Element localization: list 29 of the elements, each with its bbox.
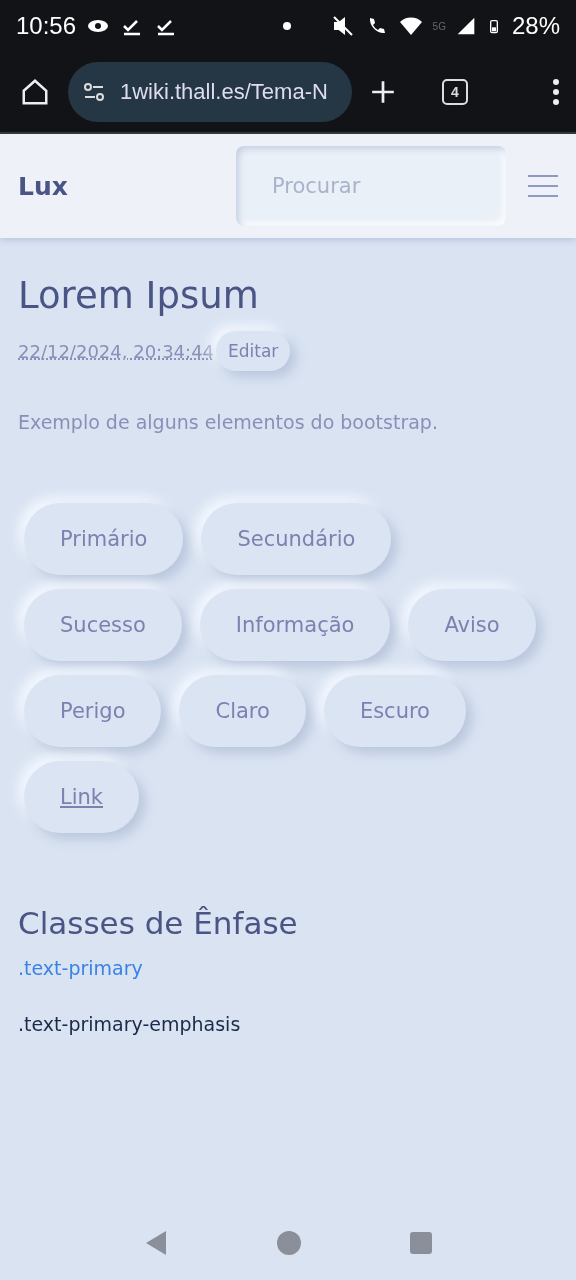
timestamp: 22/12/2024, 20:34:44 — [18, 340, 215, 362]
battery-level: 28% — [511, 12, 560, 40]
pill-button[interactable]: Primário — [24, 503, 184, 575]
pill-button[interactable]: Escuro — [323, 675, 466, 747]
emphasis-text: .text-primary-emphasis — [18, 1013, 242, 1035]
clock: 10:56 — [16, 12, 77, 40]
emphasis-text: .text-primary — [18, 957, 144, 979]
edit-button[interactable]: Editar — [216, 331, 291, 371]
pill-button[interactable]: Secundário — [201, 503, 392, 575]
brand-name[interactable]: Lux — [18, 171, 68, 201]
pill-button[interactable]: Perigo — [24, 675, 162, 747]
page-title: Lorem Ipsum — [18, 274, 260, 317]
search-field[interactable]: Procurar — [236, 146, 506, 226]
menu-icon[interactable] — [552, 79, 560, 105]
mute-icon — [330, 14, 355, 38]
pill-button[interactable]: Informação — [199, 589, 391, 661]
network-label: 5G — [432, 20, 446, 32]
pill-button[interactable]: Claro — [179, 675, 306, 747]
new-tab-icon[interactable] — [370, 79, 396, 105]
pill-button[interactable]: Sucesso — [24, 589, 182, 661]
pill-button[interactable]: Aviso — [408, 589, 536, 661]
intro-text: Exemplo de alguns elementos do bootstrap. — [18, 411, 439, 433]
link-button[interactable]: Link — [24, 761, 139, 833]
address-bar[interactable]: 1wiki.thall.es/Tema-N — [68, 62, 352, 122]
tab-count[interactable]: 4 — [442, 79, 468, 105]
site-settings-icon[interactable] — [82, 80, 106, 104]
home-icon[interactable] — [20, 77, 50, 107]
section-title: Classes de Ênfase — [18, 905, 299, 941]
dot-icon — [282, 22, 291, 30]
